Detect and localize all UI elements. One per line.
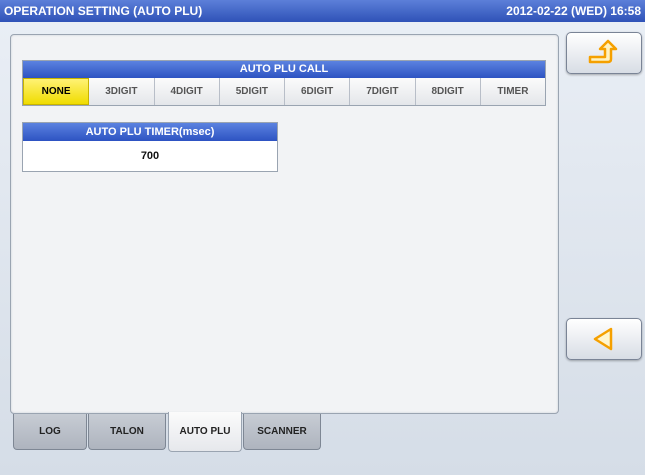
option-7digit[interactable]: 7DIGIT bbox=[350, 78, 416, 105]
option-6digit[interactable]: 6DIGIT bbox=[285, 78, 351, 105]
window-title: OPERATION SETTING (AUTO PLU) bbox=[4, 4, 203, 18]
left-triangle-icon bbox=[593, 327, 613, 351]
auto-plu-timer-header: AUTO PLU TIMER(msec) bbox=[23, 123, 277, 141]
option-8digit[interactable]: 8DIGIT bbox=[415, 78, 481, 105]
back-button[interactable] bbox=[566, 318, 642, 360]
tab-log[interactable]: LOG bbox=[13, 414, 87, 450]
option-4digit[interactable]: 4DIGIT bbox=[154, 78, 220, 105]
option-timer[interactable]: TIMER bbox=[480, 78, 545, 105]
option-5digit[interactable]: 5DIGIT bbox=[219, 78, 285, 105]
auto-plu-timer-group: AUTO PLU TIMER(msec) 700 bbox=[22, 122, 278, 172]
option-3digit[interactable]: 3DIGIT bbox=[89, 78, 155, 105]
tab-talon[interactable]: TALON bbox=[88, 414, 166, 450]
auto-plu-call-header: AUTO PLU CALL bbox=[23, 61, 545, 78]
tab-scanner[interactable]: SCANNER bbox=[243, 414, 321, 450]
tab-auto-plu[interactable]: AUTO PLU bbox=[168, 412, 242, 452]
datetime: 2012-02-22 (WED) 16:58 bbox=[506, 4, 641, 18]
auto-plu-call-options: NONE 3DIGIT 4DIGIT 5DIGIT 6DIGIT 7DIGIT … bbox=[23, 78, 545, 105]
auto-plu-call-group: AUTO PLU CALL NONE 3DIGIT 4DIGIT 5DIGIT … bbox=[22, 60, 546, 106]
return-arrow-icon bbox=[588, 39, 618, 64]
option-none[interactable]: NONE bbox=[23, 78, 90, 105]
title-bar: OPERATION SETTING (AUTO PLU) 2012-02-22 … bbox=[0, 0, 645, 22]
auto-plu-timer-value[interactable]: 700 bbox=[23, 141, 277, 171]
return-button[interactable] bbox=[566, 32, 642, 74]
